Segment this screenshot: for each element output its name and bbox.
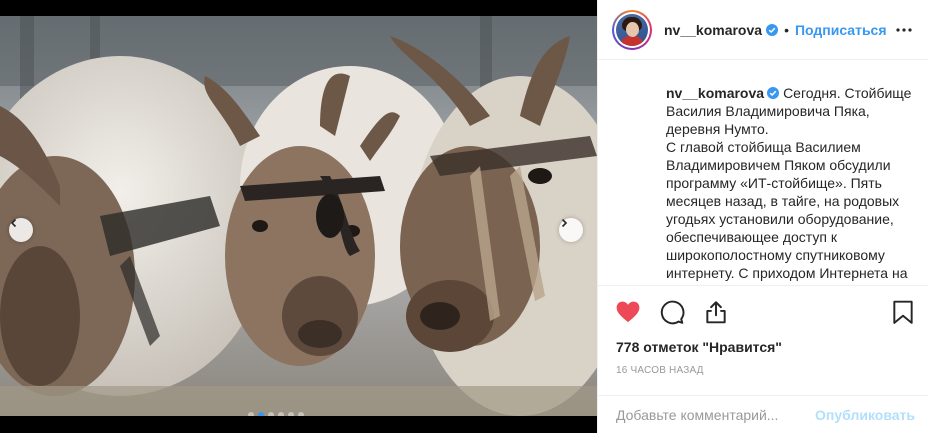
carousel-dot [248,412,254,416]
caption-text: nv__komarova Сегодня. Стойбище Василия Вл… [666,84,914,282]
save-button[interactable] [889,298,917,326]
caption-line: С главой стойбища Василием Владимировиче… [666,139,908,281]
carousel-indicator [248,412,304,416]
carousel-dot-active [258,412,264,416]
reindeer-photo [0,16,597,416]
verified-badge-icon [766,23,779,36]
comment-bar: Опубликовать [598,395,928,433]
caption-area: nv__komarova Сегодня. Стойбище Василия Вл… [598,60,928,286]
chevron-left-icon [10,218,17,228]
carousel-prev-button[interactable] [9,218,33,242]
post-actions-area: 778 отметок "Нравится" 16 часов назад [598,285,928,376]
caption-username[interactable]: nv__komarova [666,85,764,101]
comment-button[interactable] [658,298,686,326]
carousel-dot [298,412,304,416]
bookmark-icon [893,300,913,324]
post-header: nv__komarova • Подписаться [598,0,928,60]
avatar[interactable] [612,9,652,50]
avatar-image [616,13,648,46]
separator-dot: • [784,21,789,38]
publish-button[interactable]: Опубликовать [815,407,915,423]
comment-input[interactable] [616,406,816,423]
verified-badge-icon [767,87,780,99]
more-options-button[interactable] [894,20,914,40]
share-button[interactable] [702,298,730,326]
carousel-dot [278,412,284,416]
like-button[interactable] [614,298,642,326]
username-link[interactable]: nv__komarova [664,22,762,38]
comment-bubble-icon [660,300,685,325]
chevron-right-icon [561,218,568,228]
post-timestamp[interactable]: 16 часов назад [598,356,928,376]
likes-count[interactable]: 778 отметок "Нравится" [598,338,928,356]
action-bar [598,286,928,338]
more-dots-icon [896,27,912,32]
post-photo [0,16,597,416]
heart-filled-icon [616,301,640,323]
post-side-panel: nv__komarova • Подписаться nv__komarova С… [597,0,928,433]
follow-button[interactable]: Подписаться [795,22,887,38]
carousel-dot [288,412,294,416]
carousel-next-button[interactable] [559,218,583,242]
carousel-dot [268,412,274,416]
share-icon [706,301,726,324]
